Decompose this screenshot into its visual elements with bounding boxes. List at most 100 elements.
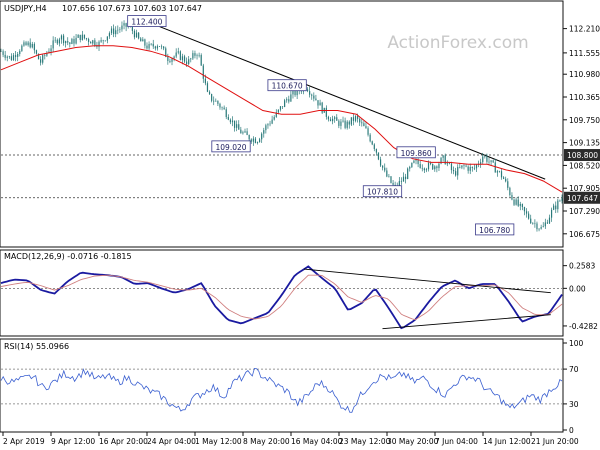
candle-body: [158, 46, 161, 47]
candle-body: [319, 102, 321, 106]
candle-body: [119, 29, 121, 30]
candle-body: [273, 116, 275, 120]
candle-body: [350, 117, 352, 125]
candle-body: [459, 167, 461, 168]
candle-body: [417, 160, 419, 165]
candle-body: [315, 98, 317, 101]
candle-body: [513, 199, 515, 205]
macd-label: MACD(12,26,9) -0.0716 -0.1815: [4, 252, 132, 261]
candle-body: [135, 32, 138, 38]
candle-body: [167, 57, 169, 61]
price-tick-label: 110.365: [569, 93, 600, 102]
candle-body: [77, 34, 79, 38]
candle-body: [540, 227, 542, 229]
candle-body: [325, 107, 327, 117]
candle-body: [56, 39, 58, 44]
candle-body: [223, 107, 225, 110]
candle-body: [250, 139, 252, 142]
candle-body: [388, 176, 390, 177]
candle-body: [33, 43, 35, 51]
forex-chart: ActionForex.com USDJPY,H4 107.656 107.67…: [0, 0, 600, 450]
candle-body: [290, 94, 292, 102]
candle-body: [231, 120, 234, 123]
candle-body: [213, 100, 215, 102]
candle-body: [0, 51, 2, 52]
price-tick-label: 110.980: [569, 70, 600, 79]
candle-body: [194, 53, 196, 56]
candle-body: [309, 91, 311, 95]
candle-body: [486, 155, 488, 162]
candle-body: [517, 199, 519, 206]
candle-body: [54, 39, 56, 41]
candle-body: [94, 40, 96, 46]
candle-body: [85, 38, 88, 40]
candle-body: [379, 159, 382, 166]
candle-body: [434, 166, 436, 170]
time-tick-label: 8 May 20:00: [243, 437, 290, 446]
candle-body: [60, 35, 63, 40]
candle-body: [87, 39, 90, 42]
candle-body: [50, 48, 52, 52]
price-level-label: 106.780: [479, 226, 510, 235]
candle-body: [455, 171, 457, 176]
candle-body: [521, 204, 523, 207]
candle-body: [288, 99, 290, 102]
candle-body: [138, 32, 140, 39]
candle-body: [100, 40, 102, 42]
candle-body: [65, 41, 67, 44]
candle-body: [463, 165, 465, 166]
candle-body: [246, 131, 248, 136]
time-tick-label: 7 Jun 04:00: [435, 437, 478, 446]
candle-body: [142, 39, 144, 42]
candle-body: [52, 40, 54, 49]
candle-body: [473, 167, 476, 169]
candle-body: [90, 41, 92, 44]
candle-body: [242, 132, 244, 134]
candle-body: [359, 118, 361, 123]
candle-body: [409, 167, 411, 169]
candle-body: [317, 100, 319, 106]
candle-body: [507, 181, 509, 188]
candle-body: [233, 120, 236, 128]
rsi-tick-label: 30: [569, 400, 579, 409]
candle-body: [538, 228, 540, 230]
candle-body: [450, 163, 453, 171]
candle-body: [503, 177, 505, 179]
candle-body: [523, 206, 526, 212]
price-tick-label: 107.290: [569, 207, 600, 216]
candle-body: [327, 116, 330, 120]
candle-body: [196, 55, 198, 56]
time-tick-label: 21 Jun 20:00: [531, 437, 579, 446]
candle-body: [542, 226, 544, 228]
candle-body: [208, 91, 211, 94]
candle-body: [79, 34, 81, 40]
candle-body: [361, 122, 363, 124]
macd-tick-label: 0.2583: [569, 262, 595, 271]
candle-body: [62, 35, 65, 44]
candle-body: [400, 181, 403, 182]
candle-body: [175, 52, 177, 57]
candle-body: [67, 41, 69, 43]
candle-body: [188, 59, 190, 65]
candle-body: [259, 139, 261, 143]
candle-body: [163, 46, 165, 49]
price-tick-label: 106.675: [569, 230, 600, 239]
candle-body: [452, 170, 455, 172]
candle-body: [154, 46, 156, 49]
candle-body: [363, 123, 365, 127]
time-tick-label: 1 May 12:00: [195, 437, 242, 446]
candle-body: [384, 167, 386, 171]
candle-body: [40, 59, 42, 63]
candle-body: [404, 176, 407, 179]
candle-body: [6, 56, 8, 58]
candle-body: [183, 56, 186, 62]
candle-body: [108, 33, 111, 37]
candle-body: [58, 39, 60, 44]
candle-body: [169, 60, 171, 62]
price-tick-label: 108.520: [569, 161, 600, 170]
candle-body: [354, 116, 357, 121]
ohlc-values: 107.656 107.673 107.603 107.647: [62, 4, 202, 13]
candle-body: [206, 83, 209, 92]
candle-body: [44, 55, 46, 56]
candle-body: [83, 34, 86, 39]
